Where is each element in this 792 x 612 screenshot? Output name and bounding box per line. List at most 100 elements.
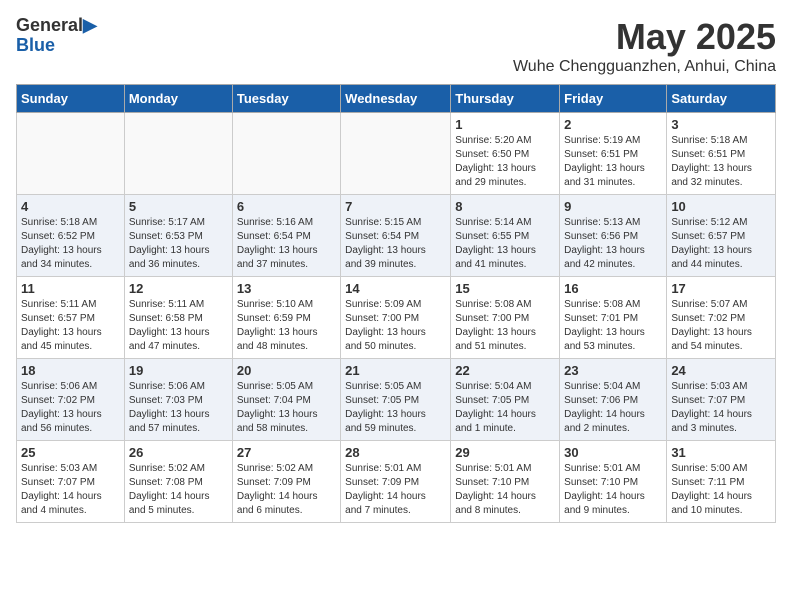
- day-number: 23: [564, 363, 662, 378]
- calendar-cell: 24Sunrise: 5:03 AM Sunset: 7:07 PM Dayli…: [667, 359, 776, 441]
- calendar-cell: 26Sunrise: 5:02 AM Sunset: 7:08 PM Dayli…: [124, 441, 232, 523]
- day-info: Sunrise: 5:00 AM Sunset: 7:11 PM Dayligh…: [671, 462, 771, 518]
- calendar-cell: 23 Sunrise: 5:04 AM Sunset: 7:06 PM Dayli…: [560, 359, 667, 441]
- day-info: Sunrise: 5:05 AM Sunset: 7:05 PM Dayligh…: [345, 380, 446, 436]
- calendar-cell: 8 Sunrise: 5:14 AM Sunset: 6:55 PM Daylig…: [451, 195, 560, 277]
- day-info: Sunrise: 5:11 AM Sunset: 6:58 PM Dayligh…: [129, 298, 228, 354]
- day-info: Sunrise: 5:14 AM Sunset: 6:55 PM Dayligh…: [455, 216, 555, 272]
- calendar-cell: 21 Sunrise: 5:05 AM Sunset: 7:05 PM Dayli…: [341, 359, 451, 441]
- calendar-cell: 2Sunrise: 5:19 AM Sunset: 6:51 PM Daylig…: [560, 113, 667, 195]
- day-number: 13: [237, 281, 336, 296]
- calendar-cell: [124, 113, 232, 195]
- day-info: Sunrise: 5:04 AM Sunset: 7:06 PM Dayligh…: [564, 380, 662, 436]
- day-info: Sunrise: 5:13 AM Sunset: 6:56 PM Dayligh…: [564, 216, 662, 272]
- calendar-cell: 16 Sunrise: 5:08 AM Sunset: 7:01 PM Dayli…: [560, 277, 667, 359]
- title-block: May 2025 Wuhe Chengguanzhen, Anhui, Chin…: [513, 16, 776, 76]
- calendar-cell: 7 Sunrise: 5:15 AM Sunset: 6:54 PM Daylig…: [341, 195, 451, 277]
- day-info: Sunrise: 5:15 AM Sunset: 6:54 PM Dayligh…: [345, 216, 446, 272]
- calendar-cell: [232, 113, 340, 195]
- calendar-cell: 19 Sunrise: 5:06 AM Sunset: 7:03 PM Dayli…: [124, 359, 232, 441]
- calendar-cell: 28 Sunrise: 5:01 AM Sunset: 7:09 PM Dayli…: [341, 441, 451, 523]
- day-number: 25: [21, 445, 120, 460]
- day-number: 29: [455, 445, 555, 460]
- calendar-cell: 27 Sunrise: 5:02 AM Sunset: 7:09 PM Dayli…: [232, 441, 340, 523]
- page-title: May 2025: [513, 16, 776, 58]
- calendar-cell: 25 Sunrise: 5:03 AM Sunset: 7:07 PM Dayli…: [17, 441, 125, 523]
- week-row-1: 1Sunrise: 5:20 AM Sunset: 6:50 PM Daylig…: [17, 113, 776, 195]
- day-info: Sunrise: 5:08 AM Sunset: 7:01 PM Dayligh…: [564, 298, 662, 354]
- calendar-cell: 22Sunrise: 5:04 AM Sunset: 7:05 PM Dayli…: [451, 359, 560, 441]
- calendar-cell: 5 Sunrise: 5:17 AM Sunset: 6:53 PM Daylig…: [124, 195, 232, 277]
- day-info: Sunrise: 5:08 AM Sunset: 7:00 PM Dayligh…: [455, 298, 555, 354]
- page-header: General▶ Blue May 2025 Wuhe Chengguanzhe…: [16, 16, 776, 76]
- day-info: Sunrise: 5:19 AM Sunset: 6:51 PM Dayligh…: [564, 134, 662, 190]
- day-info: Sunrise: 5:10 AM Sunset: 6:59 PM Dayligh…: [237, 298, 336, 354]
- day-info: Sunrise: 5:02 AM Sunset: 7:09 PM Dayligh…: [237, 462, 336, 518]
- calendar-cell: 10 Sunrise: 5:12 AM Sunset: 6:57 PM Dayli…: [667, 195, 776, 277]
- weekday-header-wednesday: Wednesday: [341, 85, 451, 113]
- calendar-cell: 30 Sunrise: 5:01 AM Sunset: 7:10 PM Dayli…: [560, 441, 667, 523]
- calendar-cell: 15 Sunrise: 5:08 AM Sunset: 7:00 PM Dayli…: [451, 277, 560, 359]
- calendar-table: SundayMondayTuesdayWednesdayThursdayFrid…: [16, 84, 776, 523]
- day-info: Sunrise: 5:20 AM Sunset: 6:50 PM Dayligh…: [455, 134, 555, 190]
- day-number: 11: [21, 281, 120, 296]
- day-info: Sunrise: 5:02 AM Sunset: 7:08 PM Dayligh…: [129, 462, 228, 518]
- day-info: Sunrise: 5:05 AM Sunset: 7:04 PM Dayligh…: [237, 380, 336, 436]
- day-info: Sunrise: 5:01 AM Sunset: 7:09 PM Dayligh…: [345, 462, 446, 518]
- day-number: 18: [21, 363, 120, 378]
- calendar-cell: 9 Sunrise: 5:13 AM Sunset: 6:56 PM Daylig…: [560, 195, 667, 277]
- day-number: 16: [564, 281, 662, 296]
- calendar-cell: 20 Sunrise: 5:05 AM Sunset: 7:04 PM Dayli…: [232, 359, 340, 441]
- logo: General▶ Blue: [16, 16, 97, 56]
- day-number: 17: [671, 281, 771, 296]
- day-info: Sunrise: 5:06 AM Sunset: 7:03 PM Dayligh…: [129, 380, 228, 436]
- day-number: 15: [455, 281, 555, 296]
- weekday-header-monday: Monday: [124, 85, 232, 113]
- weekday-header-saturday: Saturday: [667, 85, 776, 113]
- day-number: 28: [345, 445, 446, 460]
- calendar-cell: 17Sunrise: 5:07 AM Sunset: 7:02 PM Dayli…: [667, 277, 776, 359]
- day-number: 7: [345, 199, 446, 214]
- day-info: Sunrise: 5:01 AM Sunset: 7:10 PM Dayligh…: [564, 462, 662, 518]
- day-number: 5: [129, 199, 228, 214]
- day-number: 31: [671, 445, 771, 460]
- day-info: Sunrise: 5:17 AM Sunset: 6:53 PM Dayligh…: [129, 216, 228, 272]
- day-info: Sunrise: 5:03 AM Sunset: 7:07 PM Dayligh…: [671, 380, 771, 436]
- day-info: Sunrise: 5:16 AM Sunset: 6:54 PM Dayligh…: [237, 216, 336, 272]
- day-number: 8: [455, 199, 555, 214]
- calendar-cell: 18Sunrise: 5:06 AM Sunset: 7:02 PM Dayli…: [17, 359, 125, 441]
- day-number: 30: [564, 445, 662, 460]
- day-info: Sunrise: 5:03 AM Sunset: 7:07 PM Dayligh…: [21, 462, 120, 518]
- calendar-cell: [17, 113, 125, 195]
- calendar-cell: 11 Sunrise: 5:11 AM Sunset: 6:57 PM Dayli…: [17, 277, 125, 359]
- day-number: 4: [21, 199, 120, 214]
- weekday-header-thursday: Thursday: [451, 85, 560, 113]
- calendar-cell: 13 Sunrise: 5:10 AM Sunset: 6:59 PM Dayli…: [232, 277, 340, 359]
- calendar-cell: 14Sunrise: 5:09 AM Sunset: 7:00 PM Dayli…: [341, 277, 451, 359]
- week-row-5: 25 Sunrise: 5:03 AM Sunset: 7:07 PM Dayli…: [17, 441, 776, 523]
- day-info: Sunrise: 5:12 AM Sunset: 6:57 PM Dayligh…: [671, 216, 771, 272]
- day-number: 22: [455, 363, 555, 378]
- calendar-cell: 31 Sunrise: 5:00 AM Sunset: 7:11 PM Dayli…: [667, 441, 776, 523]
- calendar-cell: [341, 113, 451, 195]
- day-info: Sunrise: 5:11 AM Sunset: 6:57 PM Dayligh…: [21, 298, 120, 354]
- day-number: 9: [564, 199, 662, 214]
- day-number: 14: [345, 281, 446, 296]
- calendar-cell: 12Sunrise: 5:11 AM Sunset: 6:58 PM Dayli…: [124, 277, 232, 359]
- day-info: Sunrise: 5:18 AM Sunset: 6:52 PM Dayligh…: [21, 216, 120, 272]
- calendar-cell: 1Sunrise: 5:20 AM Sunset: 6:50 PM Daylig…: [451, 113, 560, 195]
- calendar-cell: 6Sunrise: 5:16 AM Sunset: 6:54 PM Daylig…: [232, 195, 340, 277]
- weekday-header-tuesday: Tuesday: [232, 85, 340, 113]
- calendar-cell: 4 Sunrise: 5:18 AM Sunset: 6:52 PM Daylig…: [17, 195, 125, 277]
- weekday-header-friday: Friday: [560, 85, 667, 113]
- day-number: 19: [129, 363, 228, 378]
- day-info: Sunrise: 5:18 AM Sunset: 6:51 PM Dayligh…: [671, 134, 771, 190]
- week-row-3: 11 Sunrise: 5:11 AM Sunset: 6:57 PM Dayli…: [17, 277, 776, 359]
- day-number: 10: [671, 199, 771, 214]
- logo-blue-text: Blue: [16, 36, 55, 56]
- week-row-4: 18Sunrise: 5:06 AM Sunset: 7:02 PM Dayli…: [17, 359, 776, 441]
- day-number: 27: [237, 445, 336, 460]
- page-subtitle: Wuhe Chengguanzhen, Anhui, China: [513, 58, 776, 76]
- day-number: 21: [345, 363, 446, 378]
- day-number: 20: [237, 363, 336, 378]
